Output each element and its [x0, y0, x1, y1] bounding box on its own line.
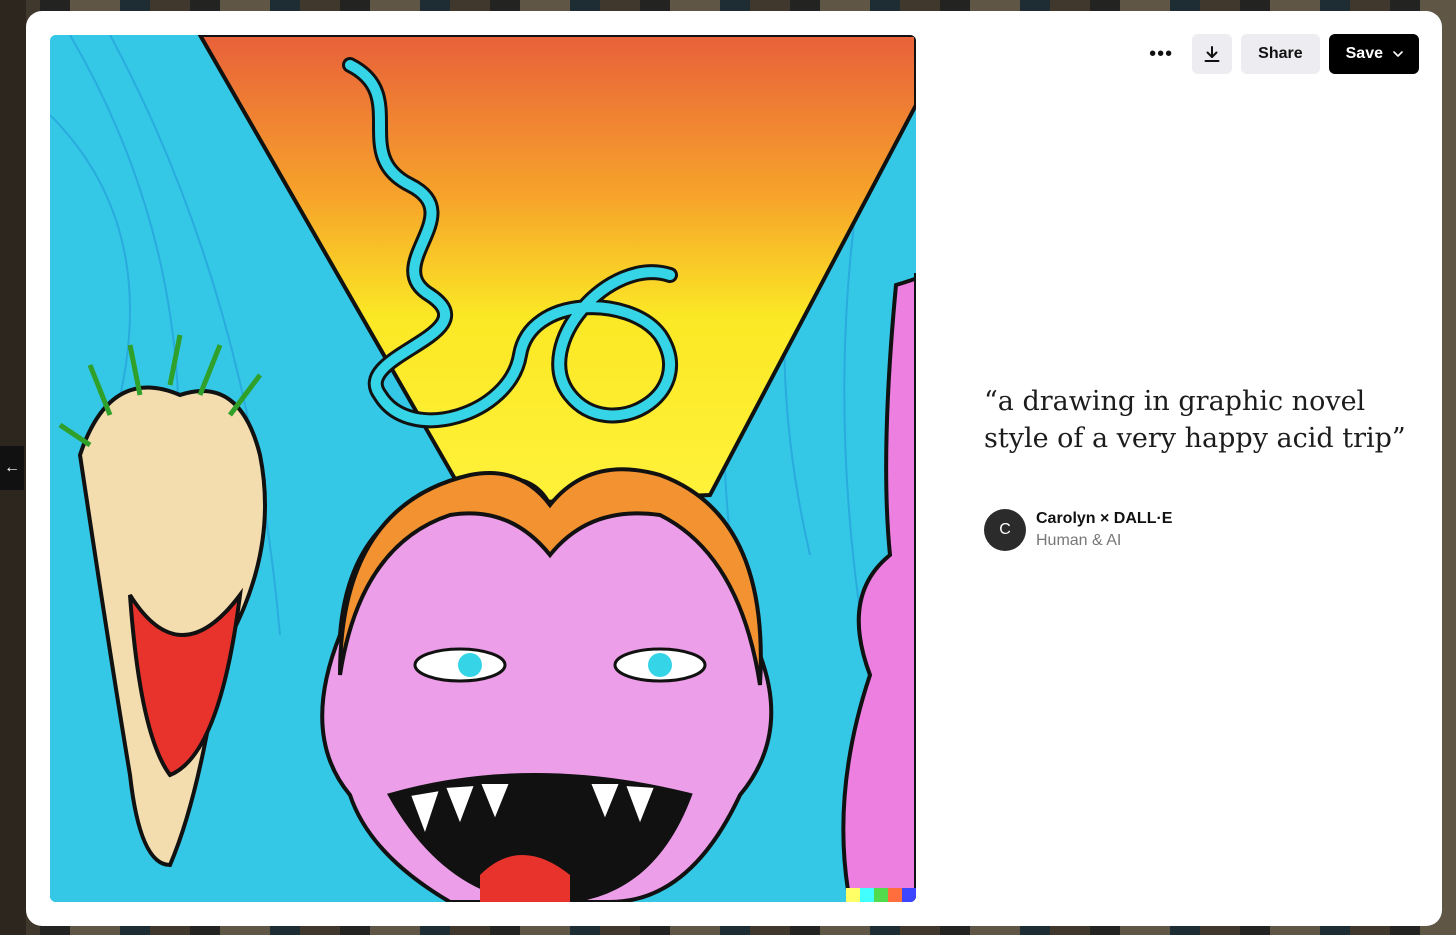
image-detail-modal: ••• Share Save “a drawing in graphic nov… — [26, 11, 1442, 926]
dalle-signature — [846, 888, 916, 902]
chevron-down-icon — [1393, 51, 1403, 57]
signature-swatch-2 — [860, 888, 874, 902]
signature-swatch-4 — [888, 888, 902, 902]
more-options-button[interactable]: ••• — [1139, 34, 1183, 74]
prompt-text: “a drawing in graphic novel style of a v… — [984, 386, 1406, 454]
toolbar: ••• Share Save — [1139, 34, 1419, 74]
artwork-illustration — [50, 35, 916, 902]
signature-swatch-3 — [874, 888, 888, 902]
signature-swatch-5 — [902, 888, 916, 902]
more-horizontal-icon: ••• — [1149, 42, 1174, 65]
save-button[interactable]: Save — [1328, 34, 1419, 74]
author-info: C Carolyn × DALL·E Human & AI — [984, 508, 1172, 552]
avatar: C — [984, 509, 1026, 551]
save-label: Save — [1345, 45, 1383, 62]
signature-swatch-1 — [846, 888, 860, 902]
download-button[interactable] — [1192, 34, 1233, 74]
share-label: Share — [1258, 45, 1303, 62]
arrow-left-icon: ← — [4, 459, 20, 476]
author-subtitle: Human & AI — [1036, 532, 1122, 549]
previous-arrow[interactable]: ← — [0, 446, 24, 490]
generated-image[interactable] — [50, 35, 916, 902]
author-text: Carolyn × DALL·E Human & AI — [1036, 508, 1172, 552]
author-name: Carolyn × DALL·E — [1036, 510, 1173, 527]
download-icon — [1204, 46, 1220, 62]
share-button[interactable]: Share — [1241, 34, 1320, 74]
